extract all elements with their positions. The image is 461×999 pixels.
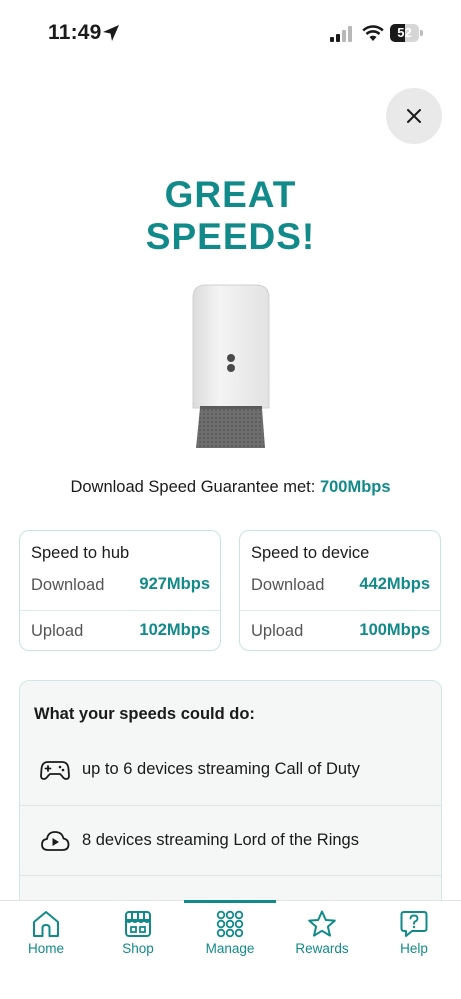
download-label: Download	[251, 576, 325, 594]
tab-label: Shop	[122, 941, 154, 956]
guarantee-value: 700Mbps	[319, 478, 391, 496]
tab-label: Rewards	[295, 941, 349, 956]
status-time: 11:49	[48, 21, 102, 44]
speed-guarantee: Download Speed Guarantee met: 700Mbps	[0, 478, 461, 497]
location-arrow-icon	[103, 25, 119, 41]
close-button[interactable]	[386, 88, 442, 144]
tab-label: Manage	[205, 941, 255, 956]
guarantee-text: Download Speed Guarantee met:	[70, 478, 320, 496]
grid-icon	[216, 910, 244, 938]
play-cloud-icon	[41, 831, 70, 851]
tab-label: Home	[27, 941, 64, 956]
upload-value: 100Mbps	[359, 621, 430, 639]
card-title: Speed to device	[251, 544, 370, 562]
help-icon	[400, 911, 428, 937]
hub-device-image	[192, 284, 270, 448]
panel-title: What your speeds could do:	[34, 705, 255, 723]
close-icon	[407, 109, 421, 123]
list-item: up to 6 devices streaming Call of Duty	[20, 735, 441, 805]
list-item: 8 devices streaming Lord of the Rings	[20, 805, 441, 875]
hero-title-line2: SPEEDS!	[145, 216, 316, 257]
tab-rewards[interactable]: Rewards	[276, 901, 368, 971]
tab-home[interactable]: Home	[0, 901, 92, 971]
download-value: 442Mbps	[359, 575, 430, 593]
speeds-could-do-panel[interactable]: What your speeds could do: up to 6 devic…	[19, 680, 442, 920]
activity-text: up to 6 devices streaming Call of Duty	[82, 760, 360, 778]
status-bar: 11:49 52	[0, 0, 461, 70]
upload-row: Upload 100Mbps	[240, 610, 440, 651]
activity-text: 8 devices streaming Lord of the Rings	[82, 831, 359, 849]
gamepad-icon	[40, 761, 70, 780]
star-icon	[308, 910, 336, 937]
tab-help[interactable]: Help	[368, 901, 460, 971]
bottom-nav: Home Shop Manage Rewards Help	[0, 900, 461, 999]
battery-icon: 52	[390, 24, 423, 42]
speed-to-hub-card: Speed to hub Download 927Mbps Upload 102…	[19, 530, 221, 651]
upload-label: Upload	[251, 622, 304, 640]
wifi-icon	[362, 25, 384, 41]
shop-icon	[125, 911, 151, 937]
upload-value: 102Mbps	[139, 621, 210, 639]
home-icon	[33, 911, 59, 937]
upload-row: Upload 102Mbps	[20, 610, 220, 651]
tab-label: Help	[400, 941, 428, 956]
hero-title: GREAT SPEEDS!	[0, 174, 461, 258]
download-value: 927Mbps	[139, 575, 210, 593]
tab-shop[interactable]: Shop	[92, 901, 184, 971]
download-row: Download 927Mbps	[20, 568, 220, 605]
tab-manage[interactable]: Manage	[184, 901, 276, 971]
speed-to-device-card: Speed to device Download 442Mbps Upload …	[239, 530, 441, 651]
download-row: Download 442Mbps	[240, 568, 440, 605]
cellular-signal-icon	[330, 26, 352, 42]
battery-level: 52	[397, 25, 412, 40]
download-label: Download	[31, 576, 105, 594]
card-title: Speed to hub	[31, 544, 130, 562]
upload-label: Upload	[31, 622, 84, 640]
hero-title-line1: GREAT	[164, 174, 297, 215]
